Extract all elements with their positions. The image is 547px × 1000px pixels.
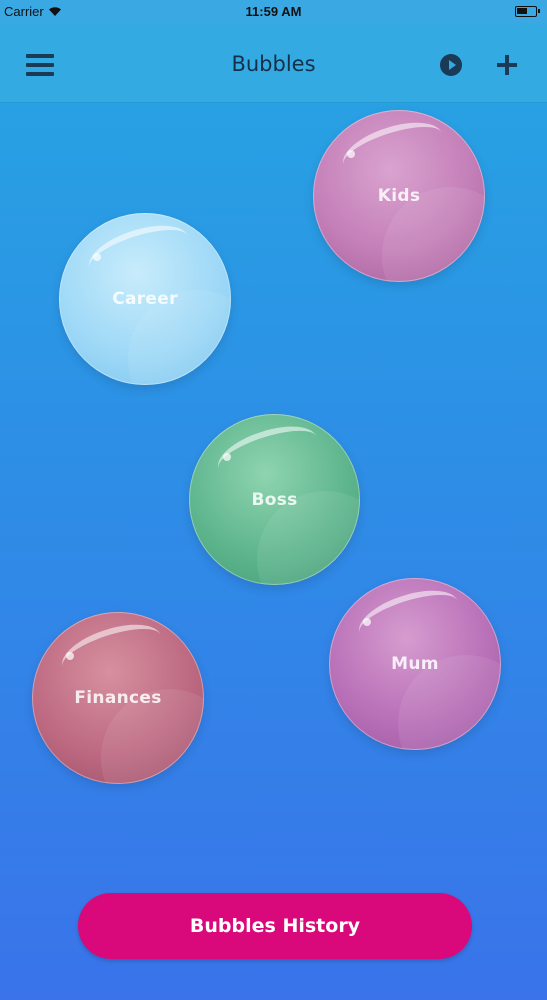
bubbles-history-button[interactable]: Bubbles History: [78, 893, 472, 959]
page-title: Bubbles: [231, 52, 316, 76]
battery-icon: [515, 6, 540, 17]
bubble-label: Mum: [391, 654, 439, 674]
bubble-label: Finances: [74, 688, 162, 708]
status-time: 11:59 AM: [245, 4, 302, 19]
bubble-label: Career: [112, 289, 178, 309]
bubble-career[interactable]: Career: [59, 213, 231, 385]
bubble-mum[interactable]: Mum: [329, 578, 501, 750]
bubble-boss[interactable]: Boss: [189, 414, 360, 585]
navigation-bar: Bubbles: [0, 24, 547, 103]
bubble-kids[interactable]: Kids: [313, 110, 485, 282]
status-bar: Carrier 11:59 AM: [0, 0, 547, 24]
play-icon[interactable]: [439, 53, 463, 77]
app-screen: Carrier 11:59 AM Bubbles Kids Career Bos…: [0, 0, 547, 1000]
bubble-finances[interactable]: Finances: [32, 612, 204, 784]
plus-icon[interactable]: [494, 52, 520, 78]
bubble-label: Kids: [377, 186, 421, 206]
bubble-label: Boss: [251, 489, 298, 510]
